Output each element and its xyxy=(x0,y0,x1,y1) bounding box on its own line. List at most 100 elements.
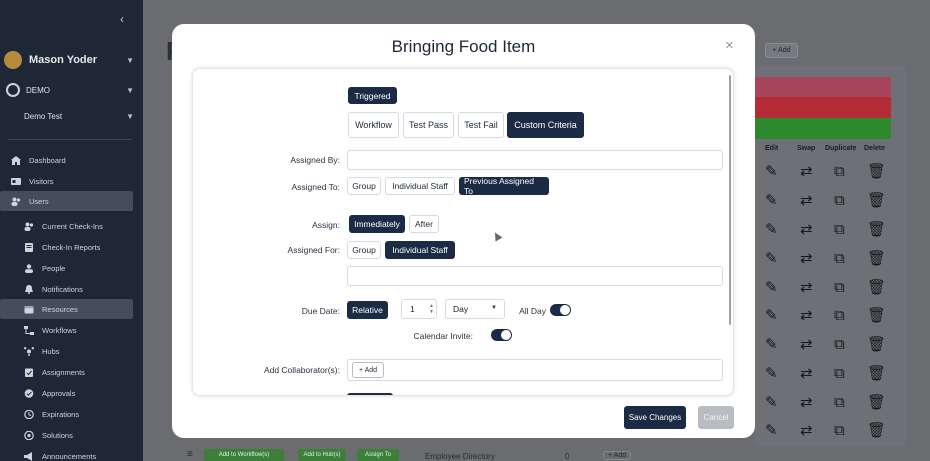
users-icon xyxy=(24,222,34,231)
collapse-sidebar-icon[interactable]: ‹ xyxy=(120,12,124,26)
edit-icon: ✎ xyxy=(765,250,778,267)
drag-handle-icon: ≡ xyxy=(187,449,193,460)
swap-icon: ⇄ xyxy=(800,422,813,439)
edit-icon: ✎ xyxy=(765,163,778,180)
background-row-actions: ✎ ⇄ ⧉ 🗑 xyxy=(760,277,890,297)
sidebar-item-hubs[interactable]: Hubs xyxy=(0,341,133,361)
chevron-down-icon: ▼ xyxy=(126,111,134,121)
user-menu[interactable]: Mason Yoder ▼ xyxy=(4,50,134,70)
next-section-button[interactable] xyxy=(347,393,393,395)
users-icon xyxy=(11,197,21,206)
assigned-to-label: Assigned To: xyxy=(291,182,340,192)
assigned-for-field[interactable] xyxy=(347,266,723,286)
sidebar-item-label: Notifications xyxy=(42,284,83,294)
duplicate-icon: ⧉ xyxy=(834,421,845,439)
sidebar-item-visitors[interactable]: Visitors xyxy=(0,171,133,191)
sidebar-item-approvals[interactable]: Approvals xyxy=(0,383,133,403)
sidebar-divider xyxy=(8,139,132,140)
sidebar-item-label: Check-In Reports xyxy=(42,242,101,252)
duplicate-icon: ⧉ xyxy=(834,393,845,411)
modal-form: Triggered Workflow Test Pass Test Fail C… xyxy=(192,68,734,396)
cancel-button[interactable]: Cancel xyxy=(698,406,734,429)
assigned-by-field[interactable] xyxy=(347,150,723,170)
trigger-custom-criteria-button[interactable]: Custom Criteria xyxy=(507,112,584,138)
trash-icon: 🗑 xyxy=(867,221,887,238)
trash-icon: 🗑 xyxy=(867,192,887,209)
assign-after-option[interactable]: After xyxy=(409,215,439,233)
sidebar-item-resources[interactable]: Resources xyxy=(0,299,133,319)
due-unit-select[interactable]: Day ▼ xyxy=(445,299,505,319)
assigned-by-label: Assigned By: xyxy=(290,155,340,165)
assigned-to-group-option[interactable]: Group xyxy=(347,177,381,195)
add-to-workflows-button: Add to Workflow(s) xyxy=(204,449,284,461)
calendar-invite-toggle[interactable] xyxy=(491,329,512,341)
edit-icon: ✎ xyxy=(765,336,778,353)
sidebar-item-label: Workflows xyxy=(42,325,77,335)
edit-icon: ✎ xyxy=(765,279,778,296)
approval-icon xyxy=(24,388,34,398)
sidebar-item-label: Assignments xyxy=(42,367,85,377)
bell-icon xyxy=(25,284,33,294)
sidebar-item-workflows[interactable]: Workflows xyxy=(0,320,133,340)
edit-icon: ✎ xyxy=(765,307,778,324)
column-header-swap: Swap xyxy=(797,145,816,152)
assigned-to-individual-option[interactable]: Individual Staff xyxy=(385,177,455,195)
background-row-actions: ✎ ⇄ ⧉ 🗑 xyxy=(760,392,890,412)
add-to-hubs-button: Add to Hub(s) xyxy=(298,449,346,461)
sidebar-item-announcements[interactable]: Announcements xyxy=(0,446,133,461)
sidebar-item-check-in-reports[interactable]: Check-In Reports xyxy=(0,237,133,257)
collaborators-field[interactable]: + Add xyxy=(347,359,723,381)
sidebar-item-expirations[interactable]: Expirations xyxy=(0,404,133,424)
close-icon[interactable]: × xyxy=(725,37,734,54)
site-selector[interactable]: Demo Test ▼ xyxy=(24,109,134,123)
sidebar-item-label: Approvals xyxy=(42,388,76,398)
assigned-for-individual-option[interactable]: Individual Staff xyxy=(385,241,455,259)
sidebar-item-label: Resources xyxy=(42,304,78,314)
due-amount-stepper[interactable]: 1 ▲ ▼ xyxy=(401,299,437,319)
hub-icon xyxy=(24,346,34,356)
swap-icon: ⇄ xyxy=(800,365,813,382)
report-icon xyxy=(25,242,33,252)
triggered-badge: Triggered xyxy=(348,87,397,104)
column-header-delete: Delete xyxy=(864,145,886,152)
all-day-toggle[interactable] xyxy=(550,304,571,316)
trigger-test-fail-button[interactable]: Test Fail xyxy=(458,112,504,138)
sidebar-item-users[interactable]: Users xyxy=(0,191,133,211)
sidebar-item-label: Current Check-Ins xyxy=(42,221,103,231)
assigned-for-group-option[interactable]: Group xyxy=(347,241,381,259)
org-selector[interactable]: DEMO ▼ xyxy=(6,82,134,98)
due-unit-value: Day xyxy=(453,304,469,314)
trigger-workflow-button[interactable]: Workflow xyxy=(348,112,399,138)
trash-icon: 🗑 xyxy=(867,365,887,382)
org-name: DEMO xyxy=(26,85,50,95)
save-changes-button[interactable]: Save Changes xyxy=(624,406,686,429)
edit-icon: ✎ xyxy=(765,422,778,439)
sidebar-item-people[interactable]: People xyxy=(0,258,133,278)
chevron-down-icon: ▼ xyxy=(491,305,497,311)
background-row-add-button: + Add xyxy=(603,451,632,460)
add-collaborator-button[interactable]: + Add xyxy=(352,362,384,378)
stepper-arrows-icon[interactable]: ▲ ▼ xyxy=(429,303,434,315)
background-row-actions: ✎ ⇄ ⧉ 🗑 xyxy=(760,219,890,239)
background-row-actions: ✎ ⇄ ⧉ 🗑 xyxy=(760,190,890,210)
background-row-actions: ✎ ⇄ ⧉ 🗑 xyxy=(760,363,890,383)
sidebar-item-solutions[interactable]: Solutions xyxy=(0,425,133,445)
due-date-label: Due Date: xyxy=(301,306,340,316)
trigger-test-pass-button[interactable]: Test Pass xyxy=(403,112,454,138)
modal-title: Bringing Food Item xyxy=(391,37,536,56)
swap-icon: ⇄ xyxy=(800,221,813,238)
due-date-relative-option[interactable]: Relative xyxy=(347,301,388,319)
org-logo-icon xyxy=(6,83,20,97)
sidebar-item-assignments[interactable]: Assignments xyxy=(0,362,133,382)
swap-icon: ⇄ xyxy=(800,163,813,180)
form-scrollbar[interactable] xyxy=(729,75,731,325)
sidebar-item-current-check-ins[interactable]: Current Check-Ins xyxy=(0,216,133,236)
assign-immediately-option[interactable]: Immediately xyxy=(349,215,405,233)
megaphone-icon xyxy=(24,451,32,461)
toggle-knob xyxy=(501,330,511,340)
assigned-to-previous-option[interactable]: Previous Assigned To xyxy=(459,176,549,196)
sidebar-item-dashboard[interactable]: Dashboard xyxy=(0,150,133,170)
solution-icon xyxy=(24,430,34,440)
background-row-actions: ✎ ⇄ ⧉ 🗑 xyxy=(760,161,890,181)
sidebar-item-notifications[interactable]: Notifications xyxy=(0,279,133,299)
